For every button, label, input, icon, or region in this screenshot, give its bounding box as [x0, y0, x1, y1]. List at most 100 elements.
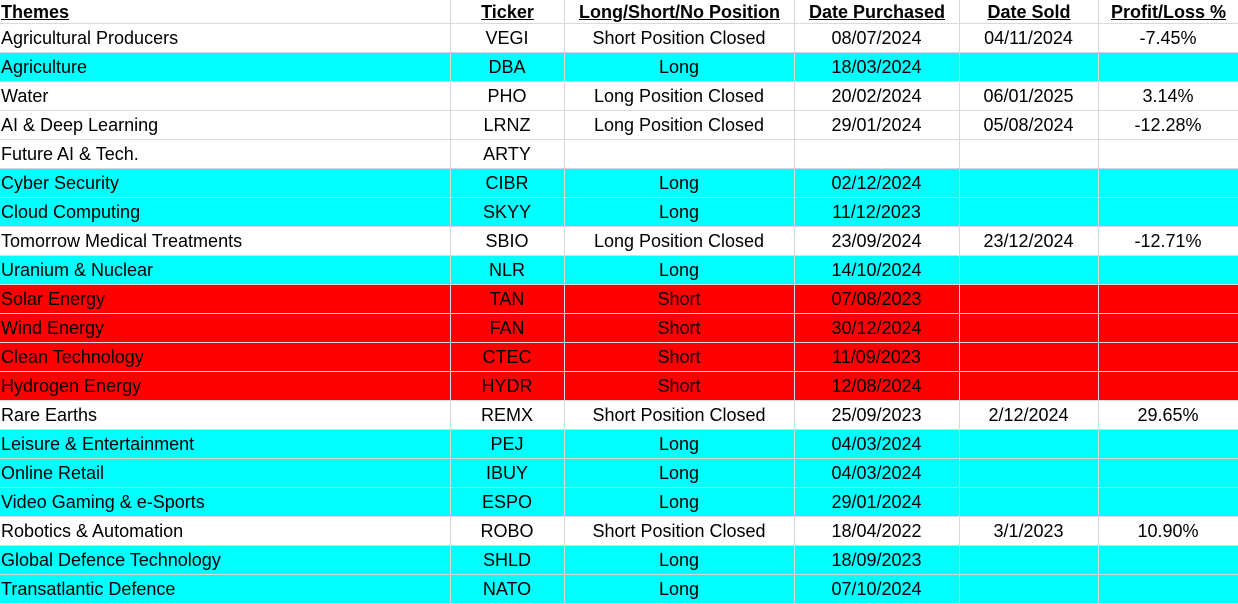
cell-date-sold[interactable]	[959, 574, 1099, 604]
cell-position[interactable]: Long	[564, 574, 795, 604]
cell-date-sold[interactable]	[959, 168, 1099, 198]
cell-position[interactable]: Long	[564, 429, 795, 459]
cell-position[interactable]: Short	[564, 371, 795, 401]
cell-profit-loss[interactable]: 29.65%	[1098, 400, 1238, 430]
cell-date-purchased[interactable]: 02/12/2024	[794, 168, 960, 198]
cell-ticker[interactable]: SKYY	[450, 197, 565, 227]
cell-position[interactable]: Short Position Closed	[564, 516, 795, 546]
cell-position[interactable]: Long Position Closed	[564, 226, 795, 256]
cell-profit-loss[interactable]: 3.14%	[1098, 81, 1238, 111]
cell-profit-loss[interactable]	[1098, 313, 1238, 343]
cell-date-sold[interactable]	[959, 139, 1099, 169]
cell-profit-loss[interactable]: 10.90%	[1098, 516, 1238, 546]
cell-date-sold[interactable]: 23/12/2024	[959, 226, 1099, 256]
cell-theme[interactable]: Robotics & Automation	[0, 516, 451, 546]
cell-date-sold[interactable]	[959, 52, 1099, 82]
cell-theme[interactable]: Solar Energy	[0, 284, 451, 314]
cell-date-purchased[interactable]: 11/12/2023	[794, 197, 960, 227]
cell-ticker[interactable]: ARTY	[450, 139, 565, 169]
cell-position[interactable]: Short	[564, 313, 795, 343]
cell-date-purchased[interactable]: 04/03/2024	[794, 458, 960, 488]
cell-profit-loss[interactable]	[1098, 371, 1238, 401]
cell-ticker[interactable]: DBA	[450, 52, 565, 82]
cell-date-sold[interactable]	[959, 458, 1099, 488]
cell-ticker[interactable]: TAN	[450, 284, 565, 314]
cell-date-purchased[interactable]: 23/09/2024	[794, 226, 960, 256]
cell-position[interactable]: Long	[564, 487, 795, 517]
cell-theme[interactable]: Transatlantic Defence	[0, 574, 451, 604]
cell-profit-loss[interactable]	[1098, 52, 1238, 82]
cell-theme[interactable]: Water	[0, 81, 451, 111]
cell-date-purchased[interactable]: 29/01/2024	[794, 487, 960, 517]
cell-position[interactable]: Short	[564, 284, 795, 314]
cell-date-purchased[interactable]: 18/03/2024	[794, 52, 960, 82]
cell-date-purchased[interactable]: 12/08/2024	[794, 371, 960, 401]
cell-date-purchased[interactable]: 07/10/2024	[794, 574, 960, 604]
cell-theme[interactable]: Cloud Computing	[0, 197, 451, 227]
cell-position[interactable]: Long Position Closed	[564, 81, 795, 111]
cell-theme[interactable]: Uranium & Nuclear	[0, 255, 451, 285]
cell-position[interactable]: Long	[564, 52, 795, 82]
cell-ticker[interactable]: VEGI	[450, 23, 565, 53]
cell-date-sold[interactable]: 2/12/2024	[959, 400, 1099, 430]
cell-date-sold[interactable]	[959, 284, 1099, 314]
cell-theme[interactable]: Leisure & Entertainment	[0, 429, 451, 459]
cell-position[interactable]: Long	[564, 458, 795, 488]
header-date-purchased[interactable]: Date Purchased	[794, 0, 960, 24]
cell-date-sold[interactable]	[959, 313, 1099, 343]
cell-date-purchased[interactable]: 04/03/2024	[794, 429, 960, 459]
header-position[interactable]: Long/Short/No Position	[564, 0, 795, 24]
cell-ticker[interactable]: HYDR	[450, 371, 565, 401]
cell-theme[interactable]: Cyber Security	[0, 168, 451, 198]
cell-ticker[interactable]: CIBR	[450, 168, 565, 198]
cell-date-purchased[interactable]: 18/09/2023	[794, 545, 960, 575]
cell-profit-loss[interactable]: -12.71%	[1098, 226, 1238, 256]
cell-date-purchased[interactable]: 11/09/2023	[794, 342, 960, 372]
cell-profit-loss[interactable]	[1098, 255, 1238, 285]
cell-date-sold[interactable]: 05/08/2024	[959, 110, 1099, 140]
cell-date-sold[interactable]	[959, 487, 1099, 517]
cell-date-sold[interactable]: 06/01/2025	[959, 81, 1099, 111]
cell-date-sold[interactable]	[959, 545, 1099, 575]
header-profit-loss[interactable]: Profit/Loss %	[1098, 0, 1238, 24]
cell-profit-loss[interactable]	[1098, 458, 1238, 488]
cell-date-sold[interactable]	[959, 371, 1099, 401]
cell-ticker[interactable]: IBUY	[450, 458, 565, 488]
cell-profit-loss[interactable]	[1098, 197, 1238, 227]
cell-position[interactable]: Long Position Closed	[564, 110, 795, 140]
cell-theme[interactable]: Global Defence Technology	[0, 545, 451, 575]
cell-ticker[interactable]: SBIO	[450, 226, 565, 256]
cell-ticker[interactable]: PEJ	[450, 429, 565, 459]
cell-theme[interactable]: Agriculture	[0, 52, 451, 82]
cell-theme[interactable]: Online Retail	[0, 458, 451, 488]
cell-ticker[interactable]: ESPO	[450, 487, 565, 517]
cell-position[interactable]: Long	[564, 168, 795, 198]
cell-ticker[interactable]: LRNZ	[450, 110, 565, 140]
cell-date-purchased[interactable]	[794, 139, 960, 169]
cell-profit-loss[interactable]	[1098, 487, 1238, 517]
cell-theme[interactable]: Agricultural Producers	[0, 23, 451, 53]
cell-date-sold[interactable]: 04/11/2024	[959, 23, 1099, 53]
header-ticker[interactable]: Ticker	[450, 0, 565, 24]
cell-ticker[interactable]: CTEC	[450, 342, 565, 372]
cell-date-purchased[interactable]: 25/09/2023	[794, 400, 960, 430]
cell-theme[interactable]: Wind Energy	[0, 313, 451, 343]
cell-ticker[interactable]: REMX	[450, 400, 565, 430]
cell-profit-loss[interactable]	[1098, 429, 1238, 459]
cell-theme[interactable]: Rare Earths	[0, 400, 451, 430]
cell-profit-loss[interactable]	[1098, 574, 1238, 604]
header-themes[interactable]: Themes	[0, 0, 451, 24]
cell-date-purchased[interactable]: 08/07/2024	[794, 23, 960, 53]
cell-date-purchased[interactable]: 07/08/2023	[794, 284, 960, 314]
cell-date-purchased[interactable]: 18/04/2022	[794, 516, 960, 546]
cell-theme[interactable]: Future AI & Tech.	[0, 139, 451, 169]
cell-position[interactable]: Short	[564, 342, 795, 372]
cell-profit-loss[interactable]: -7.45%	[1098, 23, 1238, 53]
cell-date-sold[interactable]: 3/1/2023	[959, 516, 1099, 546]
cell-date-sold[interactable]	[959, 197, 1099, 227]
cell-ticker[interactable]: SHLD	[450, 545, 565, 575]
cell-theme[interactable]: AI & Deep Learning	[0, 110, 451, 140]
cell-date-purchased[interactable]: 20/02/2024	[794, 81, 960, 111]
cell-ticker[interactable]: PHO	[450, 81, 565, 111]
cell-position[interactable]: Short Position Closed	[564, 23, 795, 53]
